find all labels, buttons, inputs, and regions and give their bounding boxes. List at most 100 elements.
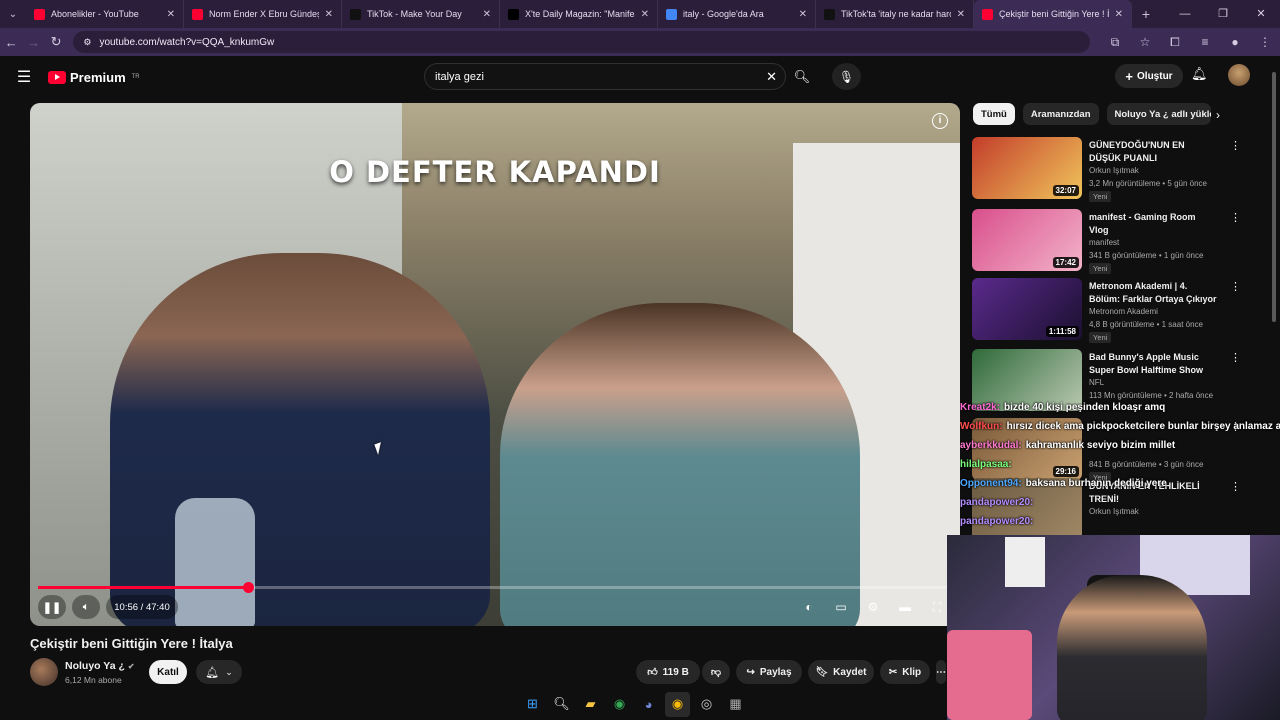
back-icon[interactable]: ← [0, 35, 22, 50]
browser-tab[interactable]: Çekiştir beni Gittiğin Yere ! İ ✕ [974, 0, 1132, 28]
chrome-icon[interactable]: ◉ [607, 692, 632, 717]
search-icon[interactable]: 🔍︎ [786, 63, 818, 90]
browser-menu-icon[interactable]: ⋮ [1250, 35, 1280, 50]
install-app-icon[interactable]: ⧉ [1100, 35, 1130, 50]
like-button[interactable]: 👍︎ 119 B [636, 660, 700, 684]
site-info-icon[interactable]: ⚙ [83, 37, 91, 48]
extensions-icon[interactable]: ⧠ [1160, 35, 1190, 50]
pause-icon[interactable]: ❚❚ [38, 595, 66, 619]
chat-text: baksana burhanın dediği yere [1025, 478, 1167, 489]
rec-channel: Metronom Akademi [1089, 307, 1158, 316]
youtube-header: ☰ Premium TR italya gezi ✕ 🔍︎ 🎙︎ + Oluşt… [0, 56, 1270, 98]
chevron-right-icon[interactable]: › [1216, 108, 1220, 122]
tab-title: X'te Daily Magazin: "Manifest u [525, 9, 635, 19]
scrollbar-thumb[interactable] [1272, 72, 1276, 322]
clip-button[interactable]: ✂ Klip [880, 660, 930, 684]
clear-search-icon[interactable]: ✕ [766, 69, 777, 85]
hamburger-menu-icon[interactable]: ☰ [0, 67, 48, 87]
subtitles-icon[interactable]: ▭ [828, 595, 854, 619]
notifications-bell-icon[interactable]: 🔔︎ [1191, 66, 1208, 82]
obs-icon[interactable]: ◎ [694, 692, 719, 717]
webcam-wall-poster [1005, 537, 1045, 587]
search-input[interactable]: italya gezi ✕ [424, 63, 786, 90]
file-explorer-icon[interactable]: ▰ [578, 692, 603, 717]
info-icon[interactable]: i [932, 113, 948, 129]
more-options-icon[interactable]: ⋮ [1230, 139, 1241, 152]
video-burned-caption: O DEFTER KAPANDI [329, 155, 661, 189]
video-thumbnail[interactable]: 17:42 [972, 209, 1082, 271]
browser-tab[interactable]: TikTok - Make Your Day ✕ [342, 0, 500, 28]
minimize-icon[interactable]: — [1166, 0, 1204, 28]
microphone-icon[interactable]: 🎙︎ [832, 63, 861, 90]
progress-scrubber-handle[interactable] [242, 582, 254, 593]
close-tab-icon[interactable]: ✕ [325, 9, 333, 20]
browser-tab[interactable]: Abonelikler - YouTube ✕ [26, 0, 184, 28]
video-thumbnail[interactable]: 1:11:58 [972, 278, 1082, 340]
theater-mode-icon[interactable]: ▬ [892, 595, 918, 619]
close-tab-icon[interactable]: ✕ [957, 9, 965, 20]
more-actions-button[interactable]: ⋯ [936, 660, 946, 684]
subscriber-count: 6,12 Mn abone [65, 675, 122, 685]
share-label: Paylaş [759, 666, 792, 678]
video-duration: 1:11:58 [1045, 326, 1079, 337]
save-button[interactable]: 🔖︎ Kaydet [808, 660, 874, 684]
create-button[interactable]: + Oluştur [1115, 64, 1183, 88]
related-filter-chips: Tümü Aramanızdan Noluyo Ya ¿ adlı yükley… [973, 103, 1211, 125]
settings-gear-icon[interactable]: ⚙ [860, 595, 886, 619]
taskbar-search-icon[interactable]: 🔍︎ [549, 692, 574, 717]
subscription-bell-button[interactable]: 🔔︎ ⌄ [196, 660, 242, 684]
rec-title: Metronom Akademi | 4. Bölüm: Farklar Ort… [1089, 281, 1217, 304]
bookmark-star-icon[interactable]: ☆ [1130, 35, 1160, 50]
channel-name[interactable]: Noluyo Ya ¿ ✔ [65, 660, 135, 672]
chat-username: Opponent94: [960, 478, 1022, 489]
recommended-video[interactable]: 1:11:58 Metronom Akademi | 4. Bölüm: Fark… [972, 278, 1242, 344]
video-player[interactable]: O DEFTER KAPANDI i ❚❚ 🔈︎ 10:56 / 47:40 ◐… [30, 103, 960, 626]
browser-tab[interactable]: italy - Google'da Ara ✕ [658, 0, 816, 28]
youtube-premium-logo[interactable]: Premium TR [48, 70, 140, 85]
new-tab-button[interactable]: + [1132, 6, 1160, 22]
chrome-active-icon[interactable]: ◉ [665, 691, 690, 717]
channel-avatar[interactable] [30, 658, 58, 686]
share-button[interactable]: ↪ Paylaş [736, 660, 802, 684]
calculator-icon[interactable]: ▦ [723, 692, 748, 717]
chat-username: pandapower20: [960, 516, 1034, 527]
browser-tab[interactable]: Norm Ender X Ebru Gündeş - B ✕ [184, 0, 342, 28]
volume-icon[interactable]: 🔈︎ [72, 595, 100, 619]
more-options-icon[interactable]: ⋮ [1230, 211, 1241, 224]
close-tab-icon[interactable]: ✕ [167, 9, 175, 20]
close-tab-icon[interactable]: ✕ [1115, 9, 1123, 20]
rec-channel: NFL [1089, 378, 1105, 387]
restore-icon[interactable]: ❐ [1204, 0, 1242, 28]
chip-all[interactable]: Tümü [973, 103, 1015, 125]
close-tab-icon[interactable]: ✕ [641, 9, 649, 20]
media-icon[interactable]: ≡ [1190, 35, 1220, 50]
reload-icon[interactable]: ↻ [45, 34, 67, 50]
chip-from-search[interactable]: Aramanızdan [1022, 103, 1099, 125]
tab-search-chevron-icon[interactable]: ⌄ [0, 0, 26, 28]
recommended-video[interactable]: 32:07 GÜNEYDOĞU'NUN EN DÜŞÜK PUANLI RESTO… [972, 137, 1242, 203]
avatar[interactable] [1228, 64, 1250, 86]
more-options-icon[interactable]: ⋮ [1230, 280, 1241, 293]
dislike-button[interactable]: 👎︎ [702, 660, 730, 684]
close-tab-icon[interactable]: ✕ [799, 9, 807, 20]
autoplay-toggle-icon[interactable]: ◐ [796, 595, 822, 619]
windows-start-icon[interactable]: ⊞ [520, 692, 545, 717]
browser-tab[interactable]: X'te Daily Magazin: "Manifest u ✕ [500, 0, 658, 28]
chip-from-uploader[interactable]: Noluyo Ya ¿ adlı yükleyic [1106, 103, 1211, 125]
chat-username: hilalpasaa: [960, 459, 1012, 470]
page-scrollbar[interactable] [1270, 62, 1278, 322]
progress-bar[interactable] [38, 582, 952, 593]
recommended-video[interactable]: 17:42 manifest - Gaming Room Vlog manifest… [972, 209, 1242, 275]
profile-icon[interactable]: ● [1220, 35, 1250, 50]
more-options-icon[interactable]: ⋮ [1230, 351, 1241, 364]
url-field[interactable]: ⚙ youtube.com/watch?v=QQA_knkumGw [73, 31, 1090, 53]
stream-chat-overlay: Kreat2k: bizde 40 kişi peşinden kloaşr am… [960, 398, 1280, 531]
forward-icon[interactable]: → [22, 35, 44, 50]
video-thumbnail[interactable]: 32:07 [972, 137, 1082, 199]
close-tab-icon[interactable]: ✕ [483, 9, 491, 20]
close-window-icon[interactable]: ✕ [1242, 0, 1280, 28]
browser-tab[interactable]: TikTok'ta 'italy ne kadar harcad ✕ [816, 0, 974, 28]
join-button[interactable]: Katıl [149, 660, 187, 684]
discord-icon[interactable]: ◕ [636, 692, 661, 717]
scissors-icon: ✂ [888, 666, 898, 678]
